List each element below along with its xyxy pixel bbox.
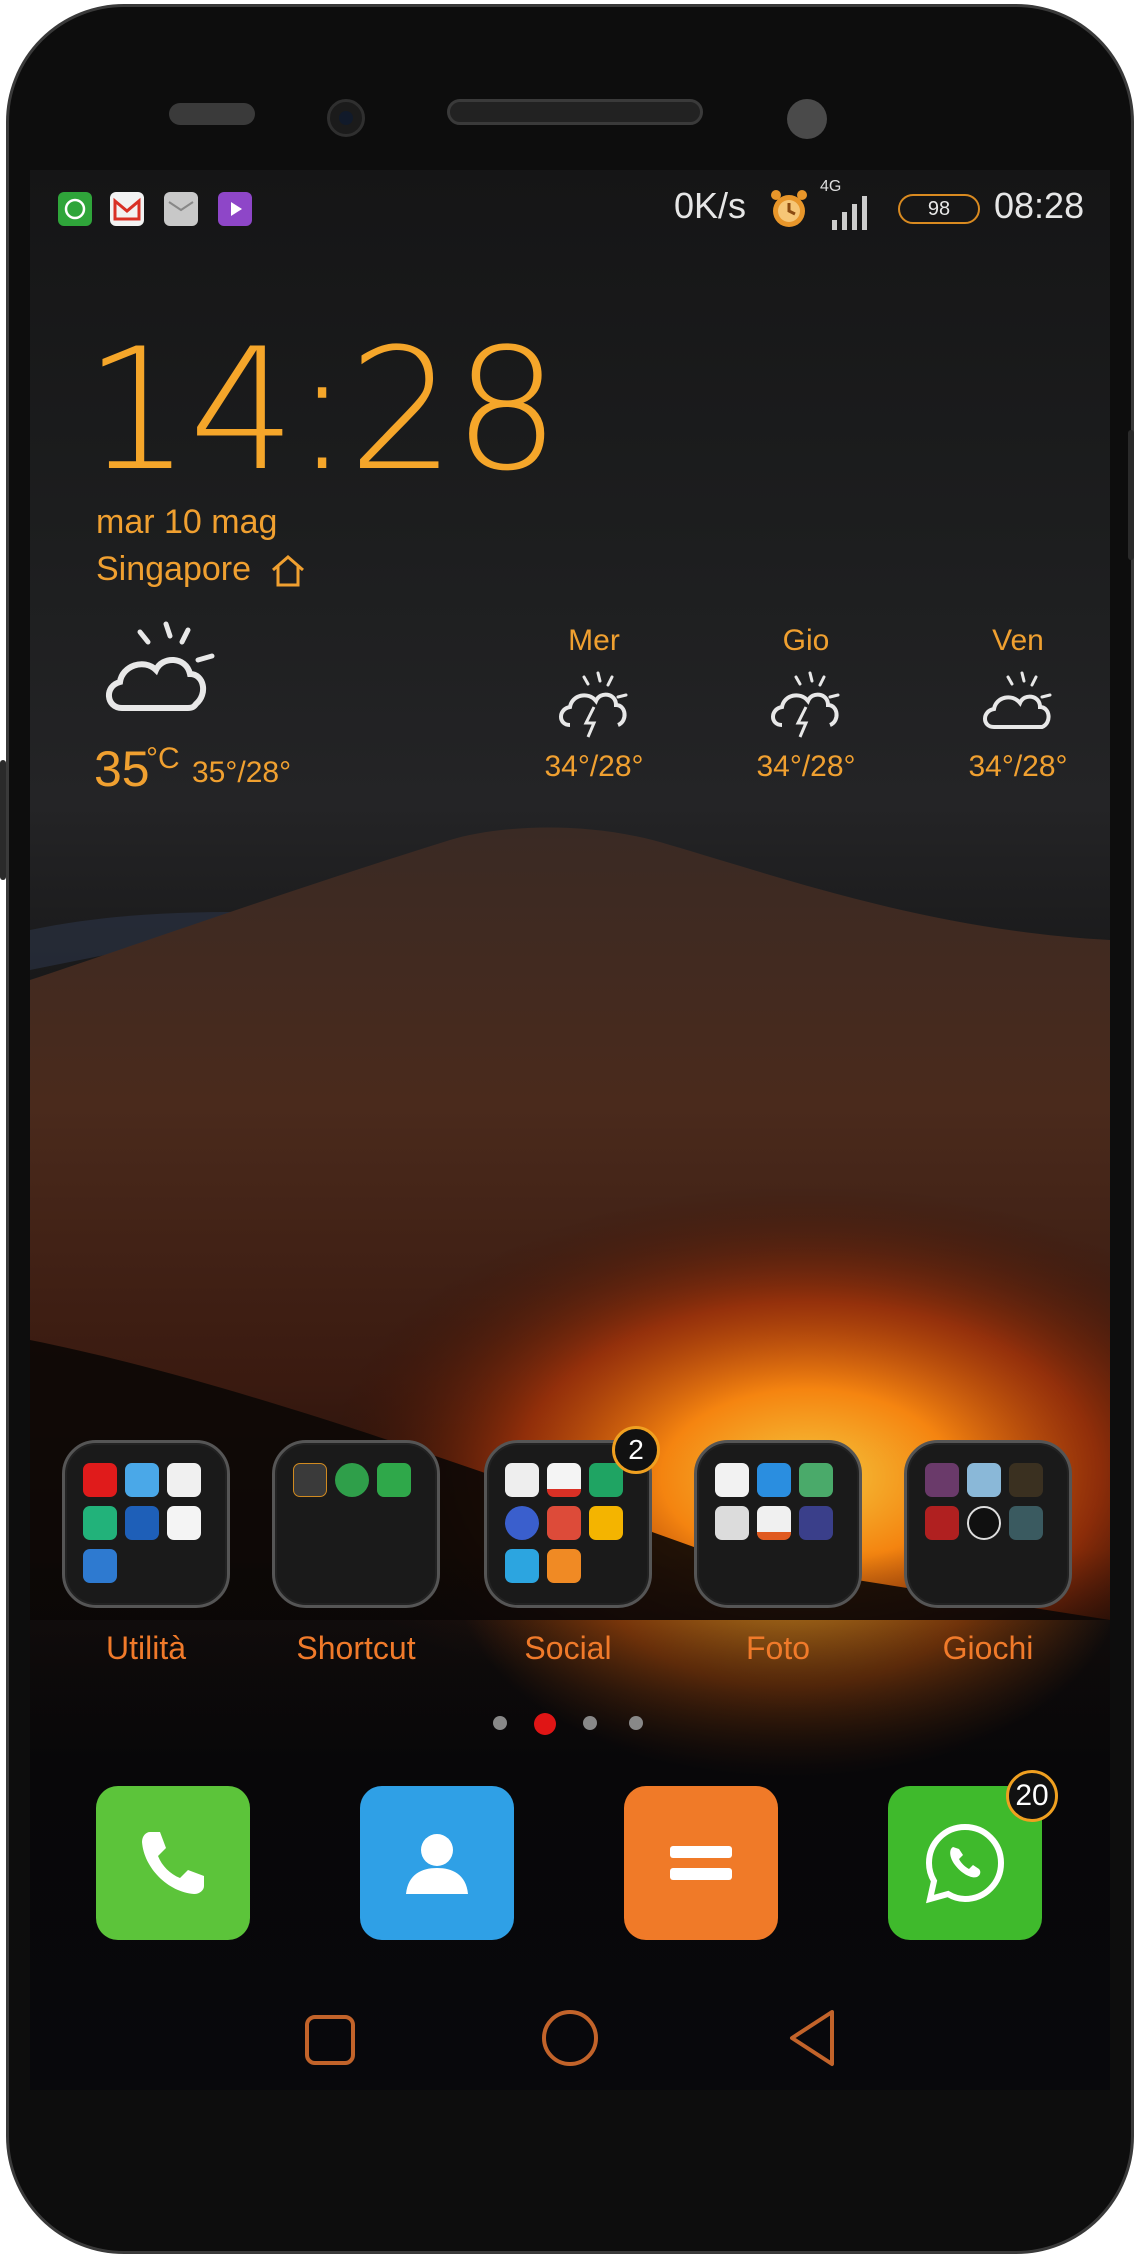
battery-indicator: 98 [898, 194, 980, 224]
folder-label-shortcut: Shortcut [296, 1630, 416, 1666]
play-store-icon [218, 192, 252, 226]
back-icon[interactable] [782, 2006, 842, 2070]
sketch-icon [589, 1506, 623, 1540]
star-wars-icon [1009, 1463, 1043, 1497]
current-temp-range: 35°/28° [192, 756, 292, 789]
folder-label-social: Social [524, 1630, 612, 1666]
home-screen: 0K/s 4G 98 08:28 14:28 mar 10 mag Singap… [30, 170, 1110, 2090]
clock-widget-city[interactable]: Singapore [96, 550, 251, 589]
whatsapp-icon [925, 1823, 1005, 1904]
home-icon[interactable] [538, 2006, 602, 2070]
telegram-icon [505, 1549, 539, 1583]
camera-icon [715, 1506, 749, 1540]
gmail-icon [547, 1463, 581, 1497]
clock-widget-time[interactable]: 14:28 [84, 320, 560, 500]
email-icon [505, 1463, 539, 1497]
folder-label-utilita: Utilità [105, 1630, 186, 1666]
page-dot-1[interactable] [493, 1716, 507, 1730]
bot-icon [83, 1549, 117, 1583]
hangouts-icon [589, 1463, 623, 1497]
whatsapp-icon [58, 192, 92, 226]
forecast-range: 34°/28° [756, 750, 856, 783]
gallery-icon [757, 1463, 791, 1497]
forecast-day-2: Gio 34°/28° [736, 624, 876, 784]
game-1-icon [925, 1463, 959, 1497]
page-dot-3[interactable] [583, 1716, 597, 1730]
status-bar: 0K/s 4G 98 08:28 [30, 170, 1110, 242]
photos-icon [715, 1463, 749, 1497]
sky-icon [167, 1506, 201, 1540]
tim-icon [125, 1506, 159, 1540]
alarm-clock-icon [771, 190, 807, 227]
phone-icon [142, 1832, 204, 1894]
racing-icon [925, 1506, 959, 1540]
app-drawer[interactable] [624, 1786, 778, 1940]
signal-icon [832, 196, 867, 230]
folder-label-foto: Foto [745, 1630, 811, 1666]
security-icon [83, 1506, 117, 1540]
folder-foto[interactable] [694, 1440, 862, 1608]
frozen-icon [967, 1463, 1001, 1497]
waze-icon [167, 1463, 201, 1497]
folder-label-giochi: Giochi [942, 1630, 1034, 1666]
mortal-kombat-icon [967, 1506, 1001, 1540]
forecast-day-3: Ven 34°/28° [948, 624, 1088, 784]
app-drawer-icon [670, 1846, 732, 1880]
xda-icon [293, 1463, 327, 1497]
chrome-icon [505, 1506, 539, 1540]
recents-icon[interactable] [300, 2010, 360, 2070]
files-icon [125, 1463, 159, 1497]
picsay-pro-icon [757, 1506, 791, 1540]
gmail-icon [110, 192, 144, 226]
net-speed: 0K/s [674, 185, 747, 226]
status-time: 08:28 [994, 185, 1085, 226]
contacts-app[interactable] [360, 1786, 514, 1940]
partly-cloudy-icon[interactable] [100, 620, 220, 730]
speaker-grille [169, 103, 255, 125]
folder-utilita[interactable] [62, 1440, 230, 1608]
refresh-icon [335, 1463, 369, 1497]
vodafone-icon [83, 1463, 117, 1497]
thunderstorm-icon [771, 671, 840, 738]
proximity-sensor [787, 99, 827, 139]
download-icon [377, 1463, 411, 1497]
chat-icon [547, 1549, 581, 1583]
contact-icon [406, 1834, 468, 1894]
forecast-day-1: Mer 34°/28° [524, 624, 664, 784]
page-dot-4[interactable] [629, 1716, 643, 1730]
whatsapp-badge: 20 [1006, 1770, 1058, 1822]
partly-cloudy-icon [983, 671, 1052, 729]
earpiece [447, 99, 703, 125]
phone-app[interactable] [96, 1786, 250, 1940]
page-dot-2-active[interactable] [534, 1713, 556, 1735]
social-badge: 2 [612, 1426, 660, 1474]
temperature-unit: °C [146, 742, 180, 775]
folder-giochi[interactable] [904, 1440, 1072, 1608]
home-icon [272, 555, 304, 587]
forecast-day-label: Ven [992, 624, 1044, 657]
forecast-day-label: Mer [568, 624, 620, 657]
navigation-bar [30, 1990, 1110, 2090]
folder-shortcut[interactable] [272, 1440, 440, 1608]
forecast-range: 34°/28° [968, 750, 1068, 783]
power-button [1128, 430, 1134, 560]
forecast-day-label: Gio [782, 624, 830, 657]
front-camera [327, 99, 365, 137]
email-icon [164, 192, 198, 226]
thunderstorm-icon [559, 671, 628, 738]
page-indicator [30, 1712, 1110, 1735]
volume-button [0, 760, 6, 880]
landscape-icon [799, 1463, 833, 1497]
clock-widget-date: mar 10 mag [96, 503, 278, 541]
forecast-range: 34°/28° [544, 750, 644, 783]
ninja-icon [1009, 1506, 1043, 1540]
grid-icon [799, 1506, 833, 1540]
google-plus-icon [547, 1506, 581, 1540]
current-temperature: 35 [94, 741, 150, 797]
